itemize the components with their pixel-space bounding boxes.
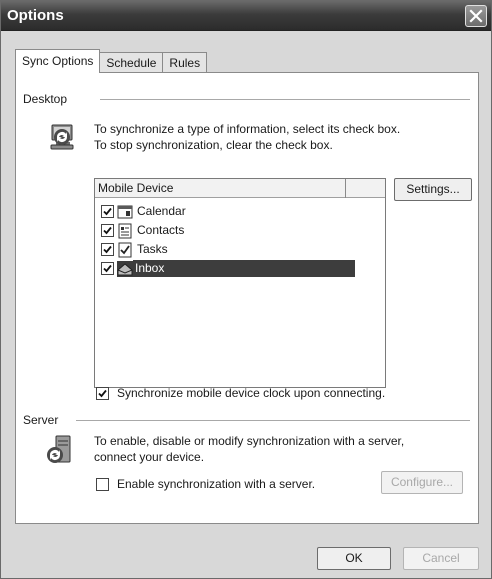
ok-button[interactable]: OK [317,547,391,570]
tasks-checkbox[interactable] [101,243,114,256]
tab-schedule[interactable]: Schedule [99,52,164,73]
clock-sync-row[interactable]: Synchronize mobile device clock upon con… [96,386,385,400]
clock-sync-checkbox[interactable] [96,386,109,400]
server-sync-checkbox[interactable] [96,477,109,491]
close-button[interactable] [465,5,487,27]
list-header-mobile-device: Mobile Device [98,181,174,195]
contacts-icon [117,223,133,239]
list-header-divider[interactable] [345,179,346,198]
inbox-label: Inbox [133,260,355,277]
server-sync-label: Enable synchronization with a server. [117,477,316,491]
settings-button[interactable]: Settings... [394,178,472,201]
inbox-checkbox[interactable] [101,262,114,275]
sync-options-panel: Desktop To synchronize a type of informa… [15,72,479,524]
title-bar: Options [1,1,491,31]
tab-rules[interactable]: Rules [162,52,208,73]
inbox-icon [117,260,133,277]
list-header[interactable]: Mobile Device [95,179,385,198]
tasks-icon [117,242,133,258]
desktop-instruction-line1: To synchronize a type of information, se… [94,122,401,136]
calendar-icon [117,204,133,220]
desktop-group-divider [100,99,470,100]
server-sync-icon [44,434,76,466]
desktop-group-label: Desktop [23,92,72,106]
server-instruction-line2: connect your device. [94,450,205,464]
mobile-device-list[interactable]: Mobile Device Calendar Contacts Tasks In… [94,178,386,388]
server-group-divider [76,420,470,421]
options-dialog: Options Sync Options Schedule Rules Desk… [0,0,492,579]
cancel-button[interactable]: Cancel [403,547,479,570]
clock-sync-label: Synchronize mobile device clock upon con… [117,386,386,400]
contacts-checkbox[interactable] [101,224,114,237]
calendar-checkbox[interactable] [101,205,114,218]
close-icon [469,9,483,23]
calendar-label: Calendar [137,204,186,218]
window-title: Options [7,7,64,24]
server-sync-row[interactable]: Enable synchronization with a server. [96,477,315,491]
desktop-instruction-line2: To stop synchronization, clear the check… [94,138,333,152]
list-item-inbox[interactable]: Inbox [101,259,355,278]
list-item-calendar[interactable]: Calendar [101,202,353,221]
server-group-label: Server [23,413,63,427]
desktop-sync-icon [46,121,78,153]
list-item-tasks[interactable]: Tasks [101,240,353,259]
contacts-label: Contacts [137,223,185,237]
tab-strip: Sync Options Schedule Rules [15,49,208,73]
tab-sync-options[interactable]: Sync Options [15,49,101,73]
configure-button[interactable]: Configure... [381,471,463,494]
tasks-label: Tasks [137,242,168,256]
server-instruction-line1: To enable, disable or modify synchroniza… [94,434,405,448]
list-item-contacts[interactable]: Contacts [101,221,353,240]
